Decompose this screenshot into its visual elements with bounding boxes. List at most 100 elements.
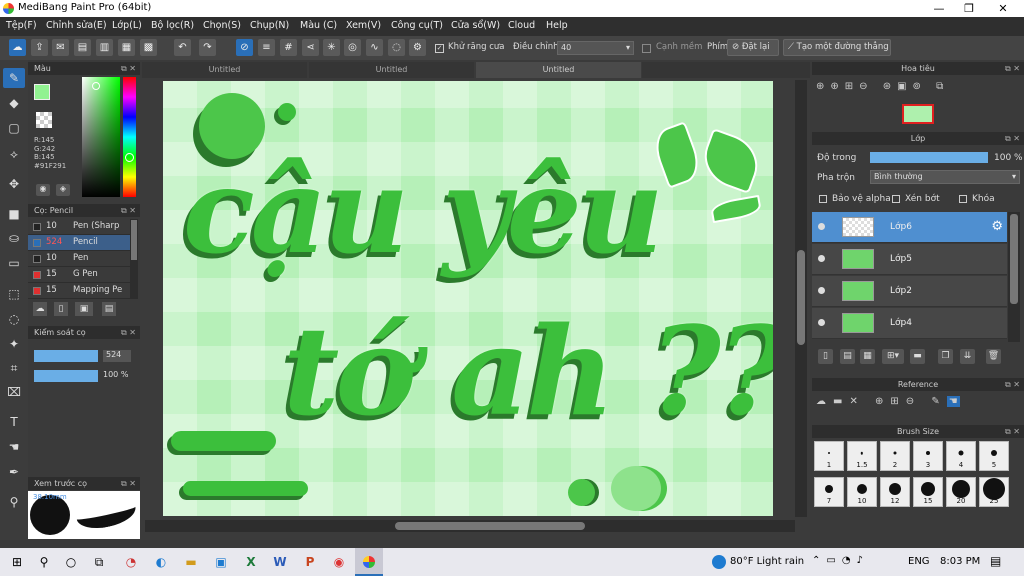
select-eraser-tool-icon[interactable]: ⌧ bbox=[3, 382, 25, 402]
navigator-thumbnail[interactable] bbox=[902, 104, 934, 124]
cloud-icon[interactable]: ☁ bbox=[9, 39, 26, 56]
undo-icon[interactable]: ↶ bbox=[174, 39, 191, 56]
menu-capture[interactable]: Chụp(N) bbox=[250, 20, 289, 31]
visibility-eye-icon[interactable] bbox=[818, 255, 825, 262]
new-brush-icon[interactable]: ▯ bbox=[54, 302, 68, 316]
bucket-tool-icon[interactable]: ⛀ bbox=[3, 228, 25, 248]
hue-slider[interactable] bbox=[123, 77, 136, 197]
clip-checkbox[interactable] bbox=[892, 195, 900, 203]
snap-off-icon[interactable]: ⊘ bbox=[236, 39, 253, 56]
expand-icon[interactable]: ⧉ ✕ bbox=[1005, 425, 1020, 438]
menu-layer[interactable]: Lớp(L) bbox=[112, 20, 142, 31]
layer-settings-gear-icon[interactable]: ⚙ bbox=[991, 219, 1003, 234]
brush-size-cell[interactable]: 7 bbox=[814, 477, 844, 507]
medibang-taskbar-button[interactable] bbox=[355, 548, 383, 576]
transparent-color-swatch[interactable] bbox=[36, 112, 52, 128]
duplicate-layer-icon[interactable]: ❐ bbox=[938, 349, 953, 364]
menu-cloud[interactable]: Cloud bbox=[508, 20, 535, 31]
menu-window[interactable]: Cửa sổ(W) bbox=[451, 20, 500, 31]
snap-parallel-icon[interactable]: ≡ bbox=[258, 39, 275, 56]
brush-size-cell[interactable]: 15 bbox=[913, 477, 943, 507]
expand-icon[interactable]: ⧉ ✕ bbox=[121, 326, 136, 339]
brush-tool-icon[interactable]: ✎ bbox=[3, 68, 25, 88]
settings-gear-icon[interactable]: ⚙ bbox=[409, 39, 426, 56]
redo-icon[interactable]: ↷ bbox=[199, 39, 216, 56]
operation-tool-icon[interactable]: ☚ bbox=[3, 437, 25, 457]
move-tool-icon[interactable]: ✥ bbox=[3, 174, 25, 194]
windows-start-icon[interactable]: ⊞ bbox=[8, 553, 26, 571]
menu-select[interactable]: Chọn(S) bbox=[203, 20, 241, 31]
expand-icon[interactable]: ⧉ ✕ bbox=[121, 204, 136, 217]
snap-radial-icon[interactable]: ⋖ bbox=[302, 39, 319, 56]
snap-curve-icon[interactable]: ∿ bbox=[366, 39, 383, 56]
tab-untitled-1[interactable]: Untitled bbox=[142, 62, 307, 78]
edge-browser-icon[interactable]: ◐ bbox=[152, 553, 170, 571]
reference-toolbar[interactable]: ☁▬✕ ⊕⊞⊖ ✎ ☚ bbox=[816, 396, 960, 407]
brush-settings-icon[interactable]: ▤ bbox=[102, 302, 116, 316]
grid-icon[interactable]: ▩ bbox=[140, 39, 157, 56]
brush-opacity-slider[interactable] bbox=[34, 370, 98, 382]
new-layer-icon[interactable]: ▯ bbox=[818, 349, 833, 364]
new-halftone-layer-icon[interactable]: ▦ bbox=[860, 349, 875, 364]
layer-list-scrollbar[interactable] bbox=[1008, 212, 1020, 342]
brush-size-cell[interactable]: 3 bbox=[913, 441, 943, 471]
expand-icon[interactable]: ⧉ ✕ bbox=[1005, 62, 1020, 75]
merge-down-icon[interactable]: ⇊ bbox=[960, 349, 975, 364]
menu-view[interactable]: Xem(V) bbox=[346, 20, 381, 31]
visibility-eye-icon[interactable] bbox=[818, 223, 825, 230]
text-tool-icon[interactable]: T bbox=[3, 412, 25, 432]
brush-size-cell[interactable]: 4 bbox=[946, 441, 976, 471]
lock-checkbox[interactable] bbox=[959, 195, 967, 203]
page-icon[interactable]: ▦ bbox=[118, 39, 135, 56]
lasso-tool-icon[interactable]: ◌ bbox=[3, 309, 25, 329]
new-color-layer-icon[interactable]: ▤ bbox=[840, 349, 855, 364]
select-tool-icon[interactable]: ⬚ bbox=[3, 284, 25, 304]
snap-grid-icon[interactable]: # bbox=[280, 39, 297, 56]
edge-checkbox[interactable] bbox=[642, 44, 651, 53]
comment-icon[interactable]: ▤ bbox=[74, 39, 91, 56]
add-layer-menu-icon[interactable]: ⊞▾ bbox=[882, 349, 904, 364]
brush-size-slider[interactable] bbox=[34, 350, 98, 362]
menu-filter[interactable]: Bộ lọc(R) bbox=[151, 20, 194, 31]
store-icon[interactable]: ▣ bbox=[212, 553, 230, 571]
hand-tool-icon[interactable]: ⚲ bbox=[3, 492, 25, 512]
vertical-scrollbar[interactable] bbox=[795, 80, 807, 517]
brush-size-cell[interactable]: 10 bbox=[847, 477, 877, 507]
expand-icon[interactable]: ⧉ ✕ bbox=[121, 477, 136, 490]
clock-time[interactable]: 8:03 PM bbox=[940, 556, 980, 567]
cortana-icon[interactable]: ○ bbox=[62, 553, 80, 571]
word-icon[interactable]: W bbox=[271, 553, 289, 571]
brush-list-item[interactable]: 15 G Pen bbox=[28, 267, 130, 283]
app-icon-1[interactable]: ◔ bbox=[122, 553, 140, 571]
snap-ellipse-icon[interactable]: ◌ bbox=[388, 39, 405, 56]
brush-size-cell[interactable]: 20 bbox=[946, 477, 976, 507]
visibility-eye-icon[interactable] bbox=[818, 319, 825, 326]
snap-circle-icon[interactable]: ◎ bbox=[344, 39, 361, 56]
folder-icon[interactable]: ▬ bbox=[910, 349, 925, 364]
saturation-value-picker[interactable] bbox=[82, 77, 120, 197]
blend-mode-dropdown[interactable]: Bình thường ▾ bbox=[870, 170, 1020, 184]
adjust-dropdown[interactable]: 40 ▾ bbox=[557, 41, 634, 55]
tab-untitled-3[interactable]: Untitled bbox=[476, 62, 641, 78]
rectangle-tool-icon[interactable]: ▢ bbox=[3, 118, 25, 138]
close-button[interactable]: ✕ bbox=[986, 0, 1020, 17]
horizontal-scrollbar[interactable] bbox=[145, 520, 795, 532]
layer-row[interactable]: Lớp6 ⚙ bbox=[812, 212, 1007, 243]
minimize-button[interactable]: — bbox=[922, 0, 956, 17]
palette-icon[interactable]: ◉ bbox=[36, 184, 50, 196]
brush-list-item[interactable]: 15 Mapping Pe bbox=[28, 283, 130, 299]
snap-cross-icon[interactable]: ✳ bbox=[323, 39, 340, 56]
brush-size-cell[interactable]: 12 bbox=[880, 477, 910, 507]
fill-rect-tool-icon[interactable]: ■ bbox=[3, 204, 25, 224]
brush-list-scrollbar[interactable] bbox=[130, 219, 138, 299]
file-explorer-icon[interactable]: ▬ bbox=[182, 553, 200, 571]
eraser-tool-icon[interactable]: ◆ bbox=[3, 93, 25, 113]
layer-row[interactable]: Lớp4 bbox=[812, 308, 1007, 339]
brush-size-cell[interactable]: 1.5 bbox=[847, 441, 877, 471]
powerpoint-icon[interactable]: P bbox=[301, 553, 319, 571]
weather-text[interactable]: 80°F Light rain bbox=[730, 556, 804, 567]
expand-icon[interactable]: ⧉ ✕ bbox=[121, 62, 136, 75]
brush-list-item[interactable]: 524 Pencil bbox=[28, 235, 130, 251]
menu-file[interactable]: Tệp(F) bbox=[6, 20, 37, 31]
create-line-button[interactable]: ⟋ Tạo một đường thẳng bbox=[783, 39, 891, 56]
